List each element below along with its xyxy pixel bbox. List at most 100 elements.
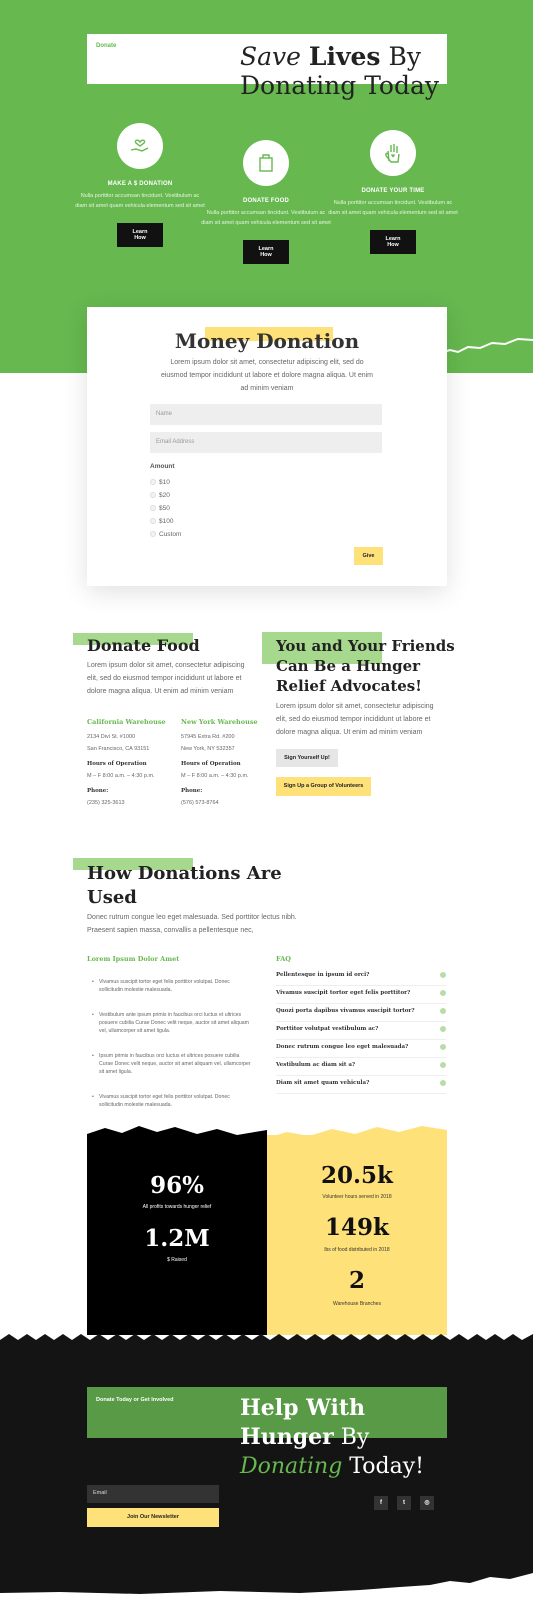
list-item: Vivamus suscipit tortor eget felis portt… xyxy=(92,978,252,994)
newsletter-email-input[interactable]: Email xyxy=(87,1485,219,1503)
zigzag-edge xyxy=(0,1334,533,1346)
faq-question: Diam sit amet quam vehicula? xyxy=(276,1080,370,1086)
radio-circle[interactable] xyxy=(150,479,156,486)
footer-title-by: By xyxy=(333,1425,370,1450)
faq-item[interactable]: Vivamus suscipit tortor eget felis portt… xyxy=(276,986,446,1004)
feature-text: Nulla porttitor accumsan tincidunt. Vest… xyxy=(75,193,205,209)
radio-10[interactable]: $10 xyxy=(150,479,170,486)
footer-title-today: Today! xyxy=(342,1454,424,1479)
phone-label: Phone: xyxy=(87,788,109,794)
twitter-icon[interactable]: t xyxy=(397,1496,411,1510)
warehouse-california: California Warehouse 2134 Divi St. #1000… xyxy=(87,716,172,809)
radio-100[interactable]: $100 xyxy=(150,518,173,525)
expand-icon[interactable] xyxy=(440,1044,446,1050)
radio-circle[interactable] xyxy=(150,505,156,512)
footer-title-donating: Donating xyxy=(240,1454,343,1479)
money-donation-card: Money Donation Lorem ipsum dolor sit ame… xyxy=(87,307,447,586)
list-item: Vestibulum ante ipsum primis in faucibus… xyxy=(92,1011,252,1035)
faq-title: FAQ xyxy=(276,955,291,963)
join-newsletter-button[interactable]: Join Our Newsletter xyxy=(87,1508,219,1527)
name-input[interactable]: Name xyxy=(150,404,382,425)
warehouse-name: New York Warehouse xyxy=(181,718,258,726)
stat-number: 149k xyxy=(325,1214,389,1241)
give-button[interactable]: Give xyxy=(354,547,383,565)
warehouse-name: California Warehouse xyxy=(87,718,166,726)
money-title: Money Donation xyxy=(174,329,360,353)
email-input[interactable]: Email Address xyxy=(150,432,382,453)
hero-title-by: By xyxy=(380,42,421,71)
sign-up-group-button[interactable]: Sign Up a Group of Volunteers xyxy=(276,777,371,796)
stat-label: Volunteer hours served in 2018 xyxy=(322,1194,392,1200)
hero-title: Save Lives By Donating Today xyxy=(240,42,460,100)
torn-top-edge xyxy=(87,1126,447,1150)
expand-icon[interactable] xyxy=(440,1008,446,1014)
radio-custom[interactable]: Custom xyxy=(150,531,181,538)
food-desc: Lorem ipsum dolor sit amet, consectetur … xyxy=(87,662,245,695)
expand-icon[interactable] xyxy=(440,1062,446,1068)
learn-how-button[interactable]: Learn How xyxy=(117,223,163,247)
stat-number: 1.2M xyxy=(144,1225,210,1252)
expand-icon[interactable] xyxy=(440,1080,446,1086)
warehouse-newyork: New York Warehouse 57945 Extra Rd. #200 … xyxy=(181,716,266,809)
list-item: Ipsum primis in faucibus orci luctus et … xyxy=(92,1052,252,1076)
hours-label: Hours of Operation xyxy=(181,761,241,767)
stat-number: 20.5k xyxy=(321,1162,393,1189)
faq-question: Vestibulum ac diam sit a? xyxy=(276,1062,356,1068)
feature-title: DONATE FOOD xyxy=(242,198,290,204)
radio-50[interactable]: $50 xyxy=(150,505,170,512)
hours-label: Hours of Operation xyxy=(87,761,147,767)
hero-tag: Donate xyxy=(96,43,117,49)
radio-circle[interactable] xyxy=(150,492,156,499)
radio-label: $100 xyxy=(159,518,174,525)
phone-value: (576) 573-8764 xyxy=(181,800,219,806)
phone-value: (235) 325-3613 xyxy=(87,800,125,806)
hand-heart-icon xyxy=(117,123,163,169)
warehouse-addr1: 57945 Extra Rd. #200 xyxy=(181,734,235,740)
stat-label: Warehouse Branches xyxy=(333,1301,381,1307)
radio-label: $50 xyxy=(159,505,170,512)
radio-circle[interactable] xyxy=(150,531,156,538)
radio-label: $20 xyxy=(159,492,170,499)
friends-desc: Lorem ipsum dolor sit amet, consectetur … xyxy=(276,703,434,736)
hero-title-save: Save xyxy=(240,42,309,71)
food-title: Donate Food xyxy=(87,636,200,655)
faq-item[interactable]: Diam sit amet quam vehicula? xyxy=(276,1076,446,1094)
expand-icon[interactable] xyxy=(440,972,446,978)
expand-icon[interactable] xyxy=(440,990,446,996)
feature-time: DONATE YOUR TIME Nulla porttitor accumsa… xyxy=(328,130,458,254)
faq-question: Vivamus suscipit tortor eget felis portt… xyxy=(276,990,411,996)
feature-title: DONATE YOUR TIME xyxy=(361,188,425,194)
feature-title: MAKE A $ DONATION xyxy=(107,181,173,187)
learn-how-button[interactable]: Learn How xyxy=(370,230,416,254)
radio-20[interactable]: $20 xyxy=(150,492,170,499)
stat-number: 96% xyxy=(150,1172,204,1199)
radio-circle[interactable] xyxy=(150,518,156,525)
stat-label: All profits towards hunger relief xyxy=(142,1204,212,1210)
warehouse-addr2: San Francisco, CA 93151 xyxy=(87,746,150,752)
footer-title: Help With Hunger By Donating Today! xyxy=(240,1394,450,1481)
facebook-icon[interactable]: f xyxy=(374,1496,388,1510)
hero-title-line2: Donating Today xyxy=(240,71,440,100)
how-desc: Donec rutrum congue leo eget malesuada. … xyxy=(87,914,297,934)
faq-item[interactable]: Quozi porta dapibus vivamus suscipit tor… xyxy=(276,1004,446,1022)
faq-item[interactable]: Porttitor volutpat vestibulum ac? xyxy=(276,1022,446,1040)
faq-question: Donec rutrum congue leo eget malesuada? xyxy=(276,1044,409,1050)
torn-bottom-edge xyxy=(0,1573,533,1597)
learn-how-button[interactable]: Learn How xyxy=(243,240,289,264)
faq-item[interactable]: Donec rutrum congue leo eget malesuada? xyxy=(276,1040,446,1058)
faq-question: Pellentesque in ipsum id orci? xyxy=(276,972,370,978)
money-desc: Lorem ipsum dolor sit amet, consectetur … xyxy=(160,359,374,392)
expand-icon[interactable] xyxy=(440,1026,446,1032)
sign-yourself-up-button[interactable]: Sign Yourself Up! xyxy=(276,749,338,767)
radio-label: Custom xyxy=(159,531,182,538)
warehouse-addr1: 2134 Divi St. #1000 xyxy=(87,734,136,740)
feature-money: MAKE A $ DONATION Nulla porttitor accums… xyxy=(75,123,205,247)
faq-item[interactable]: Pellentesque in ipsum id orci? xyxy=(276,968,446,986)
feature-food: DONATE FOOD Nulla porttitor accumsan tin… xyxy=(201,140,331,264)
hours-value: M – F 8:00 a.m. – 4:30 p.m. xyxy=(181,773,249,779)
faq-item[interactable]: Vestibulum ac diam sit a? xyxy=(276,1058,446,1076)
hero-title-lives: Lives xyxy=(308,42,381,71)
faq-question: Quozi porta dapibus vivamus suscipit tor… xyxy=(276,1008,415,1014)
instagram-icon[interactable]: ◎ xyxy=(420,1496,434,1510)
torn-edge xyxy=(440,337,533,373)
